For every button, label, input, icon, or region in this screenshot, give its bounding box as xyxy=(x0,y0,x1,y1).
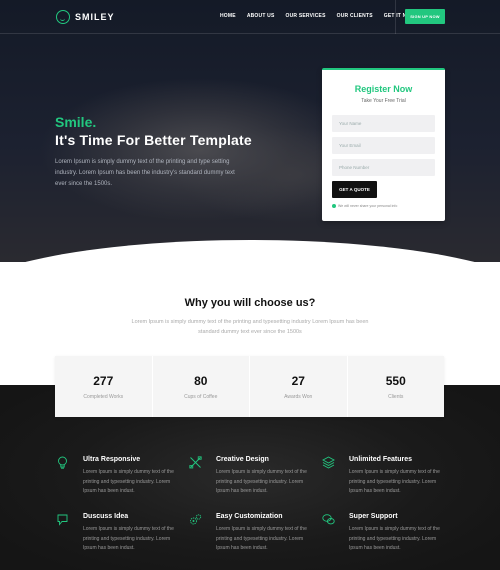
feature-title: Ultra Responsive xyxy=(83,456,141,463)
smiley-logo-icon xyxy=(56,10,70,24)
nav-item-our-services[interactable]: OUR SERVICES xyxy=(286,13,326,19)
stat-label: Completed Works xyxy=(83,394,124,400)
stat-label: Awards Won xyxy=(284,394,313,400)
hero-curve-divider xyxy=(0,240,500,262)
speech-bubbles-icon xyxy=(322,514,335,525)
stat-clients: 550 Clients xyxy=(348,356,445,417)
why-choose-description: Lorem Ipsum is simply dummy text of the … xyxy=(131,319,369,335)
stat-label: Cups of Coffee xyxy=(184,394,218,400)
hero-smile-text: Smile. xyxy=(55,114,97,130)
feature-title: Easy Customization xyxy=(216,513,283,520)
stat-number: 277 xyxy=(93,374,114,388)
feature-description: Lorem Ipsum is simply dummy text of the … xyxy=(349,469,440,494)
design-tools-icon xyxy=(189,456,202,469)
feature-description: Lorem Ipsum is simply dummy text of the … xyxy=(83,526,174,551)
feature-description: Lorem Ipsum is simply dummy text of the … xyxy=(216,469,307,494)
logo[interactable]: SMILEY xyxy=(56,10,115,24)
nav-divider xyxy=(395,0,396,34)
hero-description: Lorem Ipsum is simply dummy text of the … xyxy=(55,159,235,187)
stat-number: 27 xyxy=(291,374,305,388)
feature-title: Unlimited Features xyxy=(349,456,413,463)
privacy-note-text: We will never share your personal info xyxy=(338,204,398,208)
brand-name: SMILEY xyxy=(75,12,115,22)
chat-bubble-icon xyxy=(57,514,68,526)
nav-item-home[interactable]: HOME xyxy=(220,13,236,19)
stat-label: Clients xyxy=(388,394,404,400)
why-choose-title: Why you will choose us? xyxy=(184,297,316,309)
feature-description: Lorem Ipsum is simply dummy text of the … xyxy=(83,469,174,494)
sign-up-button[interactable]: SIGN UP NOW xyxy=(405,9,445,24)
feature-title: Super Support xyxy=(349,513,398,520)
stat-number: 80 xyxy=(194,374,208,388)
layers-icon xyxy=(322,456,335,469)
main-menu: HOME ABOUT US OUR SERVICES OUR CLIENTS G… xyxy=(220,13,415,19)
register-form: Register Now Take Your Free Trial GET A … xyxy=(322,68,445,221)
top-navbar: SMILEY HOME ABOUT US OUR SERVICES OUR CL… xyxy=(0,0,500,34)
email-input[interactable] xyxy=(332,137,435,154)
nav-item-about-us[interactable]: ABOUT US xyxy=(247,13,275,19)
lightbulb-icon xyxy=(58,456,67,469)
stat-awards-won: 27 Awards Won xyxy=(250,356,348,417)
phone-input[interactable] xyxy=(332,159,435,176)
name-input[interactable] xyxy=(332,115,435,132)
register-subtitle: Take Your Free Trial xyxy=(361,98,406,104)
info-icon xyxy=(332,204,336,208)
stat-cups-of-coffee: 80 Cups of Coffee xyxy=(153,356,250,417)
gears-icon xyxy=(190,514,202,525)
stat-completed-works: 277 Completed Works xyxy=(55,356,153,417)
stats-bar: 277 Completed Works 80 Cups of Coffee 27… xyxy=(55,356,444,417)
hero-title: It's Time For Better Template xyxy=(55,132,252,148)
feature-title: Duscuss Idea xyxy=(83,513,129,520)
nav-item-our-clients[interactable]: OUR CLIENTS xyxy=(337,13,373,19)
register-title: Register Now xyxy=(354,84,413,94)
feature-title: Creative Design xyxy=(216,456,269,463)
feature-description: Lorem Ipsum is simply dummy text of the … xyxy=(216,526,307,551)
feature-description: Lorem Ipsum is simply dummy text of the … xyxy=(349,526,440,551)
stat-number: 550 xyxy=(385,374,406,388)
get-a-quote-button[interactable]: GET A QUOTE xyxy=(332,181,377,198)
privacy-note: We will never share your personal info xyxy=(332,204,397,208)
